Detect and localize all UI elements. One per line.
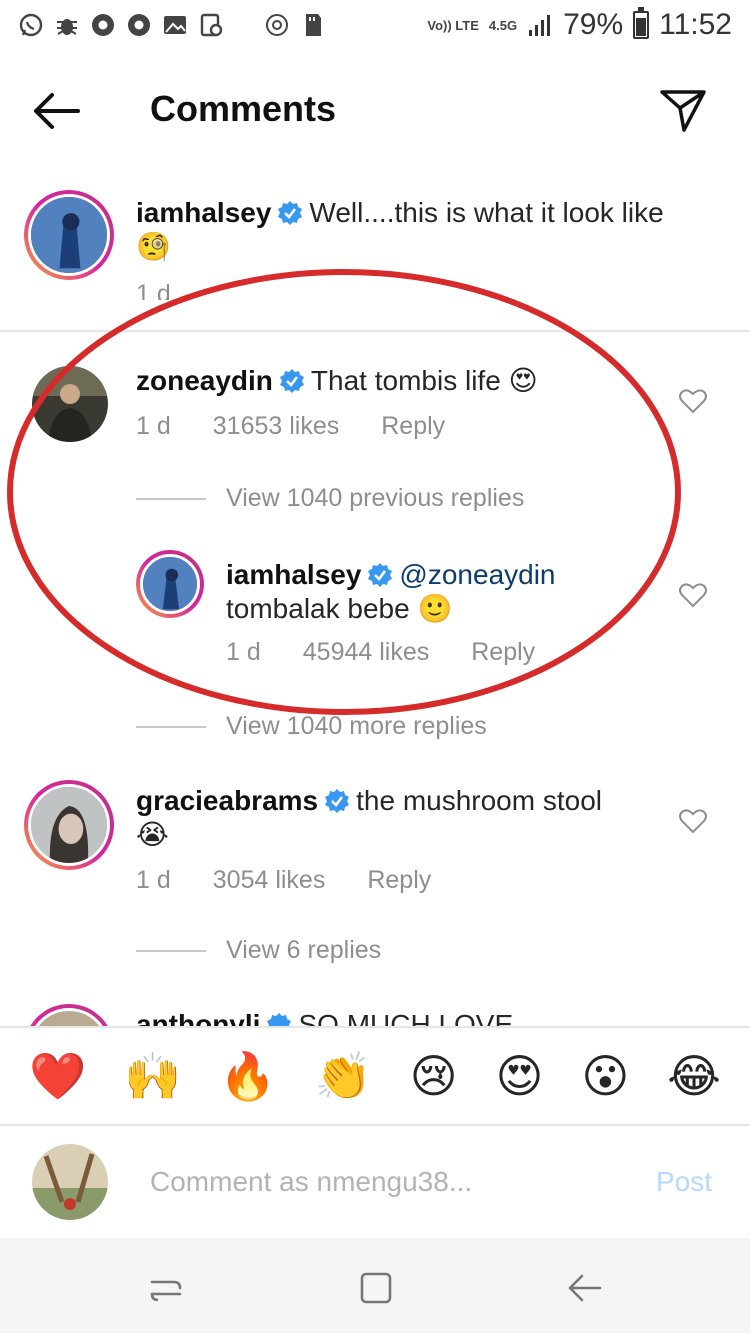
emoji-surprised[interactable]: 😮 [581, 1050, 629, 1102]
username[interactable]: zoneaydin [136, 365, 273, 396]
comment-time: 1 d [226, 638, 261, 666]
chrome-icon [126, 12, 152, 38]
username[interactable]: gracieabrams [136, 785, 318, 816]
emoji-laughing[interactable]: 😂 [667, 1050, 721, 1102]
system-status: Vo)) LTE 4.5G 79% 11:52 [427, 7, 732, 42]
emoji-raised-hands[interactable]: 🙌 [124, 1050, 181, 1102]
home-icon[interactable] [354, 1266, 398, 1310]
signal-icon [527, 12, 553, 38]
like-count[interactable]: 3054 likes [213, 866, 326, 895]
view-replies-label: View 1040 previous replies [226, 484, 525, 512]
like-count[interactable]: 45944 likes [303, 638, 429, 667]
avatar[interactable] [24, 780, 114, 870]
comment-emoji: 😭 [136, 819, 169, 850]
verified-badge-icon [278, 201, 303, 225]
comment-meta: 1 d 3054 likes Reply [136, 866, 473, 895]
emoji-heart-eyes[interactable]: 😍 [495, 1050, 543, 1102]
emoji-crying[interactable]: 😢 [410, 1050, 458, 1102]
comment-meta: 1 d [136, 280, 213, 300]
status-bar: Vo)) LTE 4.5G 79% 11:52 [0, 0, 750, 50]
direct-send-icon [660, 90, 706, 132]
avatar[interactable] [32, 366, 108, 442]
avatar-image [31, 787, 107, 863]
bug-icon [54, 12, 80, 38]
like-heart-icon[interactable] [678, 386, 708, 416]
comment-composer: Post [0, 1128, 750, 1238]
avatar-image [32, 1144, 108, 1220]
comment-meta: 1 d 31653 likes Reply [136, 412, 487, 441]
target-icon [264, 12, 290, 38]
photo-icon [162, 12, 188, 38]
mention-link[interactable]: @zoneaydin [399, 559, 555, 590]
post-button[interactable]: Post [656, 1166, 712, 1198]
comment-time: 1 d [136, 866, 171, 894]
verified-badge-icon [368, 563, 393, 587]
verified-badge-icon [267, 1013, 292, 1026]
system-nav-bar [0, 1238, 750, 1333]
screenshot-icon [198, 12, 224, 38]
reply-avatar[interactable] [136, 550, 204, 618]
notification-icons [18, 12, 326, 38]
like-count[interactable]: 31653 likes [213, 412, 339, 441]
view-replies-label: View 6 replies [226, 936, 382, 964]
view-more-replies[interactable]: View 1040 more replies [136, 712, 487, 741]
clock: 11:52 [659, 8, 732, 41]
username[interactable]: iamhalsey [226, 559, 361, 590]
emoji-heart[interactable]: ❤️ [29, 1050, 86, 1102]
caption-comment: iamhalsey Well....this is what it look li… [0, 180, 750, 330]
emoji-quick-bar: ❤️ 🙌 🔥 👏 😢 😍 😮 😂 [0, 1026, 750, 1126]
like-heart-icon[interactable] [678, 580, 708, 610]
arrow-left-icon [34, 93, 80, 129]
my-avatar [32, 1144, 108, 1220]
page-title: Comments [150, 88, 337, 129]
username[interactable]: anthonyli [136, 1009, 260, 1026]
network-label: 4.5G [488, 17, 518, 33]
battery-percent: 79% [563, 8, 624, 41]
comment-time: 1 d [136, 412, 171, 440]
comment-time: 1 d [136, 280, 171, 300]
verified-badge-icon [279, 369, 304, 393]
verified-badge-icon [325, 789, 350, 813]
comment-text: SO MUCH LOVE [298, 1009, 514, 1026]
back-icon[interactable] [562, 1266, 606, 1310]
username[interactable]: iamhalsey [136, 197, 271, 228]
emoji-clap[interactable]: 👏 [314, 1050, 371, 1102]
recent-apps-icon[interactable] [144, 1266, 188, 1310]
avatar[interactable] [24, 190, 114, 280]
reply-link[interactable]: Reply [367, 866, 431, 895]
like-heart-icon[interactable] [678, 806, 708, 836]
view-replies[interactable]: View 6 replies [136, 936, 381, 965]
reply-link[interactable]: Reply [381, 412, 445, 441]
avatar[interactable] [24, 1004, 114, 1026]
volte-label: Vo)) LTE [427, 17, 479, 33]
back-button[interactable] [28, 86, 84, 136]
comments-header: Comments [0, 68, 750, 152]
direct-send-button[interactable] [656, 84, 710, 138]
avatar-image [31, 197, 107, 273]
reply-text: tombalak bebe 🙂 [226, 593, 453, 624]
sd-card-icon [300, 12, 326, 38]
emoji-fire[interactable]: 🔥 [219, 1050, 276, 1102]
comment-text: That tombis life 😍 [310, 365, 538, 396]
comment-thread: anthonyli SO MUCH LOVE [0, 1000, 750, 1026]
comment-input[interactable] [150, 1160, 620, 1204]
comment-text: the mushroom stool [356, 785, 602, 816]
reply-meta: 1 d 45944 likes Reply [226, 638, 577, 667]
chrome-icon [90, 12, 116, 38]
reply-link[interactable]: Reply [471, 638, 535, 667]
view-replies-label: View 1040 more replies [226, 712, 487, 740]
caption-divider [0, 330, 750, 332]
avatar-image [32, 366, 108, 442]
view-previous-replies[interactable]: View 1040 previous replies [136, 484, 524, 513]
comment-thread: gracieabrams the mushroom stool 😭 1 d 3054… [0, 770, 750, 990]
avatar-image [143, 557, 197, 611]
battery-icon [633, 7, 650, 39]
comment-thread: zoneaydin That tombis life 😍 1 d 31653 li… [0, 340, 750, 740]
whatsapp-icon [18, 12, 44, 38]
